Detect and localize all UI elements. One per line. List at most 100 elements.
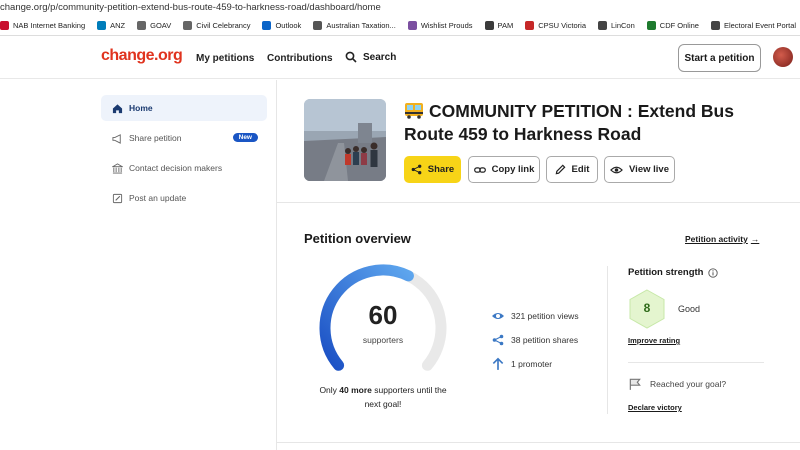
info-icon[interactable] [708, 267, 719, 278]
search-label: Search [363, 51, 397, 63]
search-icon [345, 51, 357, 63]
edit-label: Edit [571, 164, 590, 175]
bookmarks-bar: NAB Internet Banking ANZ GOAV Civil Celebra… [0, 16, 800, 36]
bookmark-item[interactable]: PAM [484, 21, 514, 30]
view-live-button[interactable]: View live [604, 156, 675, 183]
bookmark-item[interactable]: Civil Celebrancy [183, 21, 250, 30]
divider [276, 80, 277, 450]
supporters-count: 60 [368, 300, 398, 330]
edit-button[interactable]: Edit [546, 156, 598, 183]
dashboard-sidebar: Home Share petition New Contact decision… [101, 95, 267, 215]
share-icon [492, 334, 504, 346]
petition-strength-label: Petition strength [628, 267, 704, 278]
bookmark-label: CPSU Victoria [538, 21, 586, 30]
bookmark-icon [407, 21, 417, 30]
bookmark-item[interactable]: Wishlist Prouds [407, 21, 473, 30]
bookmark-icon [598, 21, 607, 30]
sidebar-item-share-petition[interactable]: Share petition New [101, 125, 267, 151]
bookmark-label: NAB Internet Banking [13, 21, 86, 30]
improve-rating-link[interactable]: Improve rating [628, 336, 680, 345]
divider [628, 362, 764, 363]
bookmark-label: ANZ [110, 21, 126, 30]
stat-views: 321 petition views [491, 311, 579, 321]
bookmark-icon [646, 21, 656, 30]
sidebar-item-post-update[interactable]: Post an update [101, 185, 267, 211]
new-badge: New [232, 133, 258, 142]
sidebar-item-label: Post an update [129, 193, 187, 203]
bookmark-label: GOAV [150, 21, 172, 30]
petition-thumbnail [304, 99, 386, 181]
goal-prefix: Only [319, 385, 340, 395]
avatar[interactable] [773, 47, 793, 67]
bookmark-icon [183, 21, 193, 30]
reached-goal: Reached your goal? [628, 377, 726, 391]
share-label: Share [427, 164, 455, 175]
arrow-up-icon [492, 357, 504, 370]
bookmark-label: LinCon [611, 21, 635, 30]
bookmark-item[interactable]: CPSU Victoria [525, 21, 586, 30]
bookmark-icon [525, 21, 535, 30]
stat-shares-text: 38 petition shares [511, 335, 579, 345]
divider [607, 266, 608, 414]
bookmark-icon [0, 21, 9, 30]
divider [277, 442, 800, 443]
bookmark-item[interactable]: Outlook [262, 21, 301, 30]
bookmark-item[interactable]: NAB Internet Banking [0, 21, 85, 30]
edit-icon [111, 192, 123, 204]
bookmark-icon [710, 21, 720, 30]
eye-icon [492, 313, 504, 319]
bookmark-icon [137, 21, 147, 30]
nav-my-petitions[interactable]: My petitions [196, 53, 254, 64]
bookmark-label: PAM [497, 21, 514, 30]
view-live-label: View live [629, 164, 669, 175]
bookmark-label: Australian Taxation... [326, 21, 396, 30]
address-bar[interactable]: change.org/p/community-petition-extend-b… [0, 0, 800, 16]
goal-message: Only 40 more supporters until the next g… [312, 383, 454, 411]
copy-link-button[interactable]: Copy link [468, 156, 540, 183]
petition-activity-link[interactable]: Petition activity → [685, 234, 759, 244]
share-icon [411, 164, 422, 175]
stat-promoters-text: 1 promoter [511, 359, 553, 369]
bookmark-item[interactable]: LinCon [598, 21, 635, 30]
bookmark-icon [262, 21, 272, 30]
bookmark-item[interactable]: CDF Online [646, 21, 699, 30]
start-petition-button[interactable]: Start a petition [678, 44, 761, 72]
goal-suffix: supporters until the next goal! [364, 385, 447, 409]
bus-icon [405, 103, 423, 119]
site-header: change.org My petitions Contributions Se… [0, 37, 800, 79]
megaphone-icon [111, 132, 123, 144]
bookmark-item[interactable]: GOAV [137, 21, 171, 30]
eye-icon [610, 166, 623, 173]
bookmark-label: Electoral Event Portal [723, 21, 797, 30]
petition-activity-label: Petition activity [685, 234, 748, 244]
nav-contributions[interactable]: Contributions [267, 53, 333, 64]
copy-link-label: Copy link [491, 164, 535, 175]
petition-overview-title: Petition overview [304, 231, 411, 246]
declare-victory-link[interactable]: Declare victory [628, 403, 682, 412]
building-icon [111, 162, 123, 174]
pencil-icon [555, 164, 565, 175]
strength-rating: Good [678, 304, 701, 314]
sidebar-item-contact-decision-makers[interactable]: Contact decision makers [101, 155, 267, 181]
change-org-logo[interactable]: change.org [101, 47, 183, 65]
bookmark-item[interactable]: Electoral Event Portal [710, 21, 797, 30]
bookmark-label: CDF Online [659, 21, 699, 30]
stat-promoters: 1 promoter [491, 357, 552, 371]
link-icon [473, 166, 486, 173]
bookmark-label: Outlook [275, 21, 302, 30]
nav-search[interactable]: Search [345, 51, 396, 63]
bookmark-label: Wishlist Prouds [420, 21, 473, 30]
arrow-right-icon: → [750, 234, 760, 244]
strength-score: 8 [643, 301, 651, 315]
sidebar-item-label: Home [129, 103, 153, 113]
bookmark-item[interactable]: Australian Taxation... [313, 21, 396, 30]
reached-goal-text: Reached your goal? [650, 379, 727, 389]
petition-title-text: COMMUNITY PETITION : Extend Bus Route 45… [404, 101, 734, 144]
share-button[interactable]: Share [404, 156, 461, 183]
sidebar-item-home[interactable]: Home [101, 95, 267, 121]
goal-remaining: 40 more [339, 385, 372, 395]
bookmark-icon [484, 21, 494, 30]
url-text: change.org/p/community-petition-extend-b… [0, 2, 381, 13]
stat-shares: 38 petition shares [491, 334, 578, 346]
bookmark-item[interactable]: ANZ [97, 21, 125, 30]
